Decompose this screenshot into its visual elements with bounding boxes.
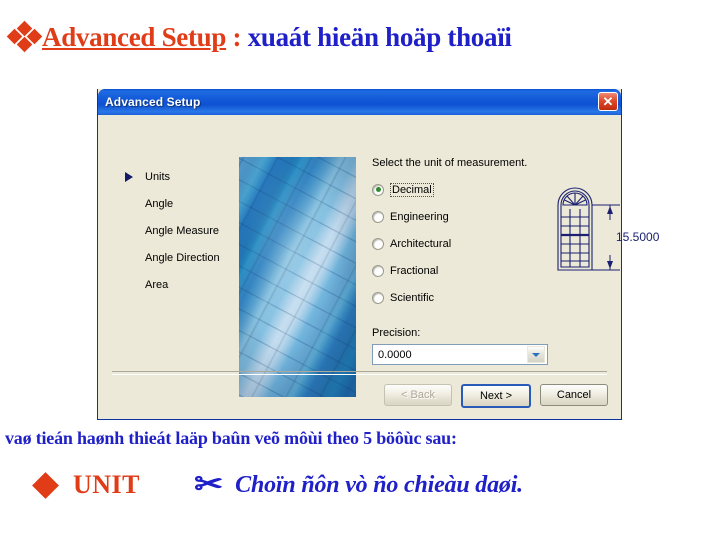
next-button[interactable]: Next > xyxy=(461,384,531,408)
precision-dropdown[interactable]: 0.0000 xyxy=(372,344,548,365)
setup-step-nav: Units Angle Angle Measure Angle Directio… xyxy=(120,170,245,305)
sidebar-item-label: Units xyxy=(145,171,171,183)
radio-indicator-icon xyxy=(372,264,384,277)
unit-description: Choïn ñôn vò ño chieàu daøi. xyxy=(235,471,523,498)
radio-label: Scientific xyxy=(390,291,435,304)
advanced-setup-dialog: Advanced Setup ✕ Units Angle Angle Measu… xyxy=(97,89,660,420)
title-vietnamese-text: xuaát hieän hoäp thoaïi xyxy=(247,22,512,52)
title-separator: : xyxy=(226,22,248,52)
radio-scientific[interactable]: Scientific xyxy=(372,287,607,308)
current-step-arrow-icon xyxy=(125,172,133,182)
sidebar-item-angle-direction[interactable]: Angle Direction xyxy=(120,251,245,278)
back-button[interactable]: < Back xyxy=(384,384,452,406)
precision-group: Precision: 0.0000 xyxy=(372,327,607,365)
page-title: Advanced Setup : xuaát hieän hoäp thoaïi xyxy=(6,20,512,53)
unit-callout: UNIT ✂ Choïn ñôn vò ño chieàu daøi. xyxy=(32,468,523,501)
blueprint-rolls-photo xyxy=(239,157,356,397)
units-options-panel: Select the unit of measurement. Decimal … xyxy=(372,157,660,373)
arched-window-preview: 15.5000 xyxy=(550,173,675,278)
dimension-value: 15.5000 xyxy=(616,230,660,244)
sidebar-item-label: Angle Direction xyxy=(145,252,220,264)
close-icon[interactable]: ✕ xyxy=(598,92,618,111)
options-heading: Select the unit of measurement. xyxy=(372,157,528,169)
dialog-title: Advanced Setup xyxy=(105,95,201,109)
radio-indicator-icon xyxy=(372,210,384,223)
radio-indicator-icon xyxy=(372,183,384,196)
sidebar-item-label: Angle xyxy=(145,198,174,210)
footer-divider xyxy=(112,371,607,375)
diamond-bullet-icon xyxy=(32,471,59,499)
cancel-button[interactable]: Cancel xyxy=(540,384,608,406)
precision-label: Precision: xyxy=(372,327,421,339)
unit-command-label: UNIT xyxy=(73,470,141,499)
radio-indicator-icon xyxy=(372,237,384,250)
dialog-button-row: < Back Next > Cancel xyxy=(384,384,608,408)
radio-label: Fractional xyxy=(390,264,439,277)
sidebar-item-label: Area xyxy=(145,279,169,291)
dialog-titlebar[interactable]: Advanced Setup ✕ xyxy=(98,89,621,115)
sidebar-item-angle[interactable]: Angle xyxy=(120,197,245,224)
instruction-line: vaø tieán haønh thieát laäp baûn veõ môù… xyxy=(5,428,457,448)
sidebar-item-label: Angle Measure xyxy=(145,225,219,237)
chevron-down-icon[interactable] xyxy=(527,346,545,363)
dialog-body: Units Angle Angle Measure Angle Directio… xyxy=(98,115,660,419)
sidebar-item-area[interactable]: Area xyxy=(120,278,245,305)
radio-label: Engineering xyxy=(390,210,449,223)
four-diamonds-icon xyxy=(6,20,43,53)
radio-label: Decimal xyxy=(390,182,434,197)
title-main-text: Advanced Setup xyxy=(42,22,227,52)
sidebar-item-units[interactable]: Units xyxy=(120,170,245,197)
radio-indicator-icon xyxy=(372,291,384,304)
scissors-icon: ✂ xyxy=(194,468,224,501)
radio-label: Architectural xyxy=(390,237,452,250)
precision-value: 0.0000 xyxy=(378,348,412,361)
sidebar-item-angle-measure[interactable]: Angle Measure xyxy=(120,224,245,251)
